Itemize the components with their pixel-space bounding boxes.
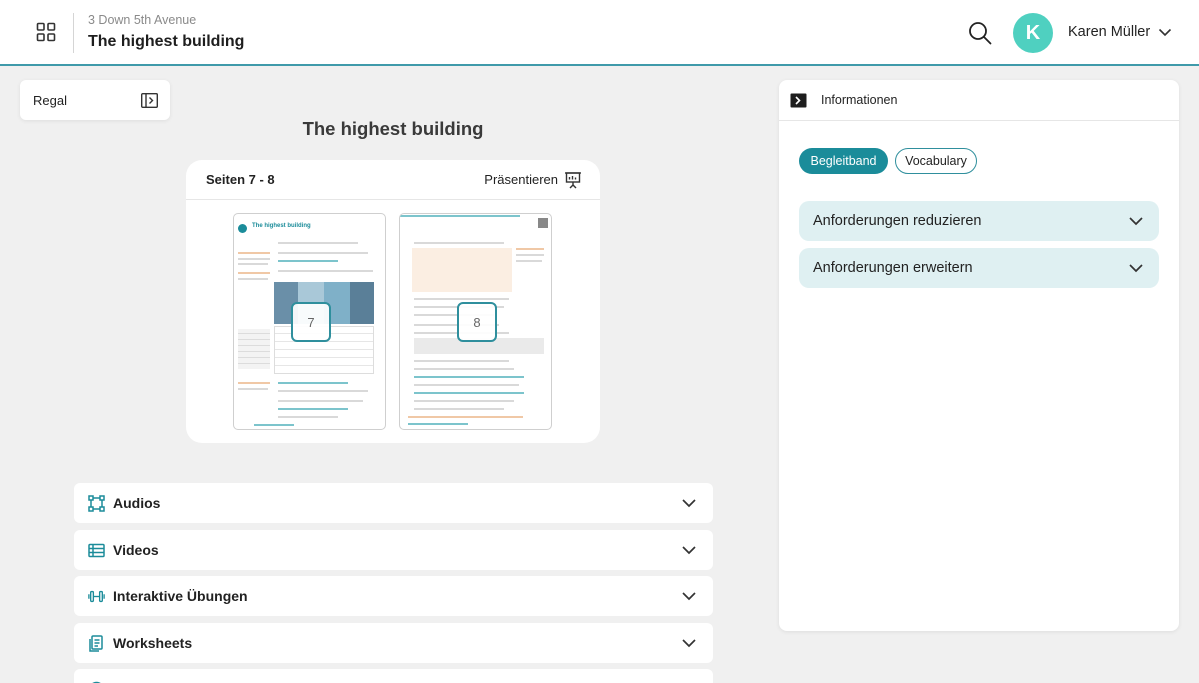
chevron-down-icon [682, 592, 696, 601]
pages-label: Seiten 7 - 8 [206, 172, 275, 187]
page-number-badge: 7 [291, 302, 331, 342]
chevron-down-icon [682, 639, 696, 648]
accordion-label: Anforderungen erweitern [813, 260, 973, 276]
panel-collapse-icon[interactable] [790, 93, 807, 108]
resource-label: Audios [113, 495, 161, 511]
resource-row-worksheets[interactable]: Worksheets [74, 623, 713, 663]
resource-label: Worksheets [113, 635, 193, 651]
accordion-label: Anforderungen reduzieren [813, 213, 982, 229]
chevron-down-icon [1129, 217, 1143, 226]
apps-grid-icon[interactable] [36, 22, 56, 42]
page-title: The highest building [88, 33, 245, 50]
video-list-icon [88, 542, 105, 559]
resource-row-more[interactable] [74, 669, 713, 683]
page-thumbnail-right[interactable]: 8 [399, 213, 552, 430]
content-title: The highest building [302, 118, 484, 139]
chevron-down-icon [1129, 264, 1143, 273]
sidebar-expand-icon [141, 92, 158, 108]
chevron-down-icon [682, 546, 696, 555]
search-icon[interactable] [968, 21, 992, 45]
resource-label: Videos [113, 542, 159, 558]
resource-label: Interaktive Übungen [113, 588, 248, 604]
qr-code [538, 218, 548, 228]
info-panel-header: Informationen [779, 80, 1179, 121]
info-panel: Informationen Begleitband Vocabulary Anf… [779, 80, 1179, 631]
page-number-badge: 8 [457, 302, 497, 342]
shelf-toggle-button[interactable]: Regal [20, 80, 170, 120]
accordion-extend-requirements[interactable]: Anforderungen erweitern [799, 248, 1159, 288]
audio-nodes-icon [88, 494, 105, 512]
top-bar: 3 Down 5th Avenue The highest building K… [0, 0, 1199, 66]
left-page-heading: The highest building [252, 223, 311, 229]
page-thumbnail-left[interactable]: The highest building 7 [233, 213, 386, 430]
chapter-badge [238, 224, 247, 233]
avatar[interactable]: K [1013, 13, 1053, 53]
accordion-reduce-requirements[interactable]: Anforderungen reduzieren [799, 201, 1159, 241]
resource-row-interactive-exercises[interactable]: Interaktive Übungen [74, 576, 713, 616]
present-button[interactable]: Präsentieren [484, 171, 582, 189]
resource-row-videos[interactable]: Videos [74, 530, 713, 570]
user-menu[interactable]: Karen Müller [1068, 24, 1172, 40]
dumbbell-icon [88, 588, 105, 605]
pages-preview-card: Seiten 7 - 8 Präsentieren The highest bu… [186, 160, 600, 443]
breadcrumb[interactable]: 3 Down 5th Avenue [88, 13, 196, 27]
worksheet-icon [88, 634, 105, 652]
present-label: Präsentieren [484, 172, 558, 187]
tab-vocabulary[interactable]: Vocabulary [895, 148, 977, 174]
chevron-down-icon [1159, 28, 1172, 37]
chevron-down-icon [682, 499, 696, 508]
shelf-label: Regal [33, 92, 67, 108]
pages-card-header: Seiten 7 - 8 Präsentieren [186, 160, 600, 200]
user-name: Karen Müller [1068, 24, 1151, 40]
presentation-icon [565, 171, 581, 188]
info-panel-title: Informationen [821, 93, 898, 107]
grammar-box [412, 248, 512, 292]
tab-begleitband[interactable]: Begleitband [799, 148, 888, 174]
header-divider [73, 13, 74, 53]
resource-row-audios[interactable]: Audios [74, 483, 713, 523]
